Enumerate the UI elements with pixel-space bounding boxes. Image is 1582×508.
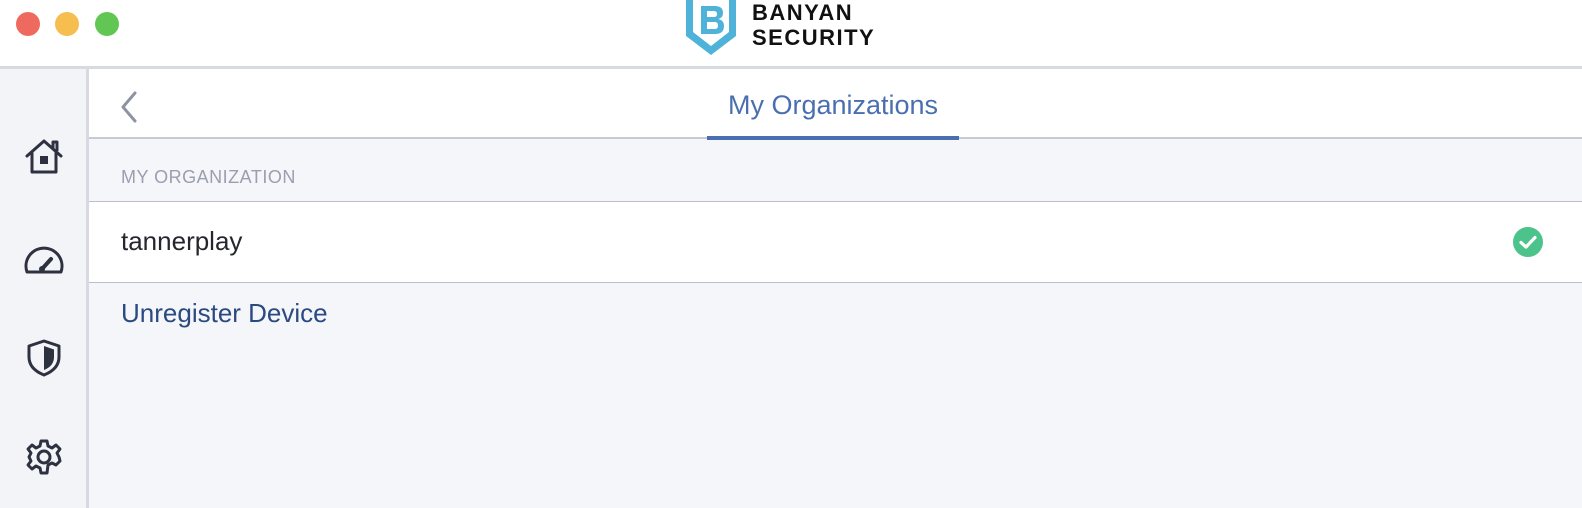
section-label: MY ORGANIZATION <box>121 167 296 187</box>
sidebar-item-settings[interactable] <box>20 433 68 481</box>
back-button[interactable] <box>115 89 145 125</box>
brand-name-line1: BANYAN <box>752 0 854 25</box>
shield-icon <box>27 339 61 377</box>
chevron-left-icon <box>121 91 137 123</box>
brand-logo: BANYAN SECURITY <box>684 0 875 60</box>
page-header: My Organizations <box>89 69 1582 140</box>
window-maximize-button[interactable] <box>95 12 119 36</box>
banyan-shield-logo-icon <box>686 0 736 55</box>
sidebar-item-security[interactable] <box>20 334 68 382</box>
speedometer-icon <box>24 246 64 274</box>
title-bar: BANYAN SECURITY <box>0 0 1582 69</box>
unregister-device-link[interactable]: Unregister Device <box>121 298 328 329</box>
organization-name: tannerplay <box>121 226 243 256</box>
sidebar <box>0 69 89 508</box>
tab-label: My Organizations <box>727 90 939 120</box>
brand-name-line2: SECURITY <box>752 25 876 50</box>
home-icon <box>25 139 63 174</box>
app-window: BANYAN SECURITY My Organizations MY ORGA… <box>0 0 1582 508</box>
window-minimize-button[interactable] <box>55 12 79 36</box>
check-circle-icon <box>1513 227 1543 257</box>
window-close-button[interactable] <box>16 12 40 36</box>
sidebar-item-home[interactable] <box>20 132 68 180</box>
tab-my-organizations[interactable]: My Organizations <box>707 69 959 140</box>
main-panel: My Organizations MY ORGANIZATION tannerp… <box>89 69 1582 508</box>
sidebar-item-dashboard[interactable] <box>20 236 68 284</box>
organization-row[interactable]: tannerplay <box>89 201 1582 283</box>
tab-active-indicator <box>707 136 959 140</box>
gear-icon <box>26 439 62 475</box>
